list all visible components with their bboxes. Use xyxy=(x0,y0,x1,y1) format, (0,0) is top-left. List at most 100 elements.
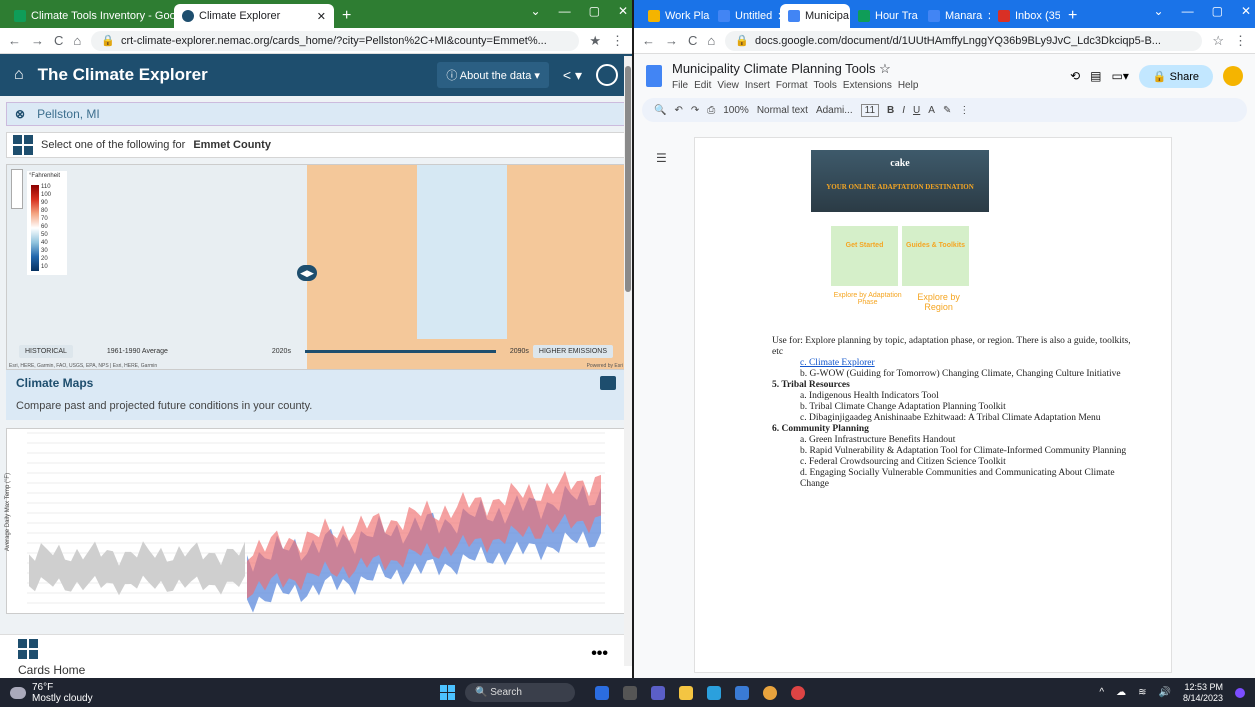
minimize-button[interactable]: — xyxy=(1182,4,1194,18)
undo-icon[interactable]: ↶ xyxy=(674,105,682,116)
page-scrollbar[interactable] xyxy=(624,56,632,666)
climate-maps-card[interactable]: Climate Maps Compare past and projected … xyxy=(6,370,626,420)
wifi-icon[interactable]: ≋ xyxy=(1138,687,1146,698)
browser-tab[interactable]: Hour Tra✕ xyxy=(850,4,920,28)
ruler[interactable] xyxy=(694,124,1174,138)
back-icon[interactable]: ← xyxy=(642,33,655,48)
meet-icon[interactable]: ▭▾ xyxy=(1112,69,1129,83)
font-size-input[interactable]: 11 xyxy=(860,103,880,117)
url-field[interactable]: 🔒 crt-climate-explorer.nemac.org/cards_h… xyxy=(91,30,580,51)
copilot-icon[interactable] xyxy=(595,685,609,700)
minimize-button[interactable]: — xyxy=(559,4,571,18)
windows-start-icon[interactable] xyxy=(440,685,455,700)
clear-location-icon[interactable]: ⊗ xyxy=(15,107,25,121)
style-select[interactable]: Normal text xyxy=(757,105,808,116)
url-field[interactable]: 🔒 docs.google.com/document/d/1UUtHAmffyL… xyxy=(725,30,1203,51)
print-icon[interactable]: ⎙ xyxy=(707,105,715,116)
search-menus-icon[interactable]: 🔍 xyxy=(654,105,666,116)
taskbar-search[interactable]: 🔍 Search xyxy=(465,683,575,702)
new-tab-button[interactable]: + xyxy=(334,4,359,28)
back-icon[interactable]: ← xyxy=(8,33,21,48)
edge-icon[interactable] xyxy=(707,685,721,700)
share-icon[interactable]: < ▾ xyxy=(563,67,582,84)
notification-badge[interactable] xyxy=(1235,687,1245,698)
docs-logo-icon[interactable] xyxy=(646,65,662,87)
zoom-select[interactable]: 100% xyxy=(723,105,749,116)
menu-item[interactable]: Edit xyxy=(694,80,711,91)
sheets-icon xyxy=(14,10,26,22)
home-icon[interactable]: ⌂ xyxy=(707,33,715,48)
bold-button[interactable]: B xyxy=(887,105,894,116)
extensions-icon[interactable]: ★ xyxy=(589,33,601,49)
file-explorer-icon[interactable] xyxy=(679,685,693,700)
document-page[interactable]: cake YOUR ONLINE ADAPTATION DESTINATION … xyxy=(694,137,1172,673)
close-window-button[interactable]: ✕ xyxy=(1241,4,1251,18)
redo-icon[interactable]: ↷ xyxy=(691,105,699,116)
new-tab-button[interactable]: + xyxy=(1060,4,1085,28)
onedrive-icon[interactable]: ☁ xyxy=(1116,687,1126,698)
temperature-chart[interactable]: Average Daily Max Temp (°F) xyxy=(5,428,626,614)
menu-icon[interactable]: ⋮ xyxy=(611,33,624,49)
maximize-button[interactable]: ▢ xyxy=(1212,4,1223,18)
chrome-icon[interactable] xyxy=(763,685,777,700)
browser-tab[interactable]: Work Pla✕ xyxy=(640,4,710,28)
browser-tab[interactable]: Municipa✕ xyxy=(780,4,850,28)
font-select[interactable]: Adami... xyxy=(816,105,853,116)
menu-item[interactable]: Format xyxy=(776,80,808,91)
avatar[interactable] xyxy=(1223,66,1243,86)
forward-icon[interactable]: → xyxy=(665,33,678,48)
menu-item[interactable]: Help xyxy=(898,80,919,91)
close-window-button[interactable]: ✕ xyxy=(618,4,628,18)
menu-item[interactable]: Extensions xyxy=(843,80,892,91)
reload-icon[interactable]: C xyxy=(54,33,63,48)
document-title[interactable]: Municipality Climate Planning Tools ☆ xyxy=(672,61,1060,77)
home-icon[interactable]: ⌂ xyxy=(73,33,81,48)
compare-slider-handle[interactable]: ◀▶ xyxy=(297,265,317,281)
menu-item[interactable]: View xyxy=(717,80,739,91)
weather-widget[interactable]: 76°F Mostly cloudy xyxy=(0,682,440,704)
more-tools-icon[interactable]: ⋮ xyxy=(959,105,969,116)
cards-home-button[interactable]: Cards Home xyxy=(18,639,614,677)
volume-icon[interactable]: 🔊 xyxy=(1159,687,1171,698)
history-icon[interactable]: ⟲ xyxy=(1070,69,1080,83)
menu-icon[interactable]: ⋮ xyxy=(1234,33,1247,49)
menu-item[interactable]: Insert xyxy=(745,80,770,91)
browser-tab[interactable]: Inbox (35✕ xyxy=(990,4,1060,28)
bookmark-icon[interactable]: ☆ xyxy=(1212,33,1224,49)
tab-climate-explorer[interactable]: Climate Explorer ✕ xyxy=(174,4,334,28)
climate-map[interactable]: °Fahrenheit 110 100 90 80 70 60 50 40 30 20 10 ◀▶ … xyxy=(6,164,626,370)
comments-icon[interactable]: ▤ xyxy=(1090,69,1101,83)
browser-tab[interactable]: Manara✕ xyxy=(920,4,990,28)
task-view-icon[interactable] xyxy=(623,685,637,700)
tab-search-icon[interactable]: ⌄ xyxy=(1154,4,1164,18)
highlight-icon[interactable]: ✎ xyxy=(943,105,951,116)
reload-icon[interactable]: C xyxy=(688,33,697,48)
clock[interactable]: 12:53 PM 8/14/2023 xyxy=(1183,682,1223,704)
share-button[interactable]: 🔒 Share xyxy=(1138,64,1213,88)
text-color-button[interactable]: A xyxy=(928,105,935,116)
forward-icon[interactable]: → xyxy=(31,33,44,48)
future-map-pane[interactable] xyxy=(307,165,625,369)
show-hidden-icon[interactable]: ^ xyxy=(1099,687,1104,698)
historical-select[interactable]: HISTORICAL xyxy=(19,344,73,358)
home-icon[interactable]: ⌂ xyxy=(14,66,24,84)
outline-icon[interactable]: ☰ xyxy=(656,151,667,165)
maximize-button[interactable]: ▢ xyxy=(589,4,600,18)
chrome-canary-icon[interactable] xyxy=(791,685,805,700)
decade-slider[interactable] xyxy=(304,349,496,353)
scenario-select[interactable]: HIGHER EMISSIONS xyxy=(532,344,613,358)
more-options-icon[interactable]: ••• xyxy=(591,645,608,663)
underline-button[interactable]: U xyxy=(913,105,920,116)
zoom-controls[interactable] xyxy=(11,169,23,209)
store-icon[interactable] xyxy=(735,685,749,700)
teams-icon[interactable] xyxy=(651,685,665,700)
about-data-button[interactable]: ⓘ About the data ▾ xyxy=(437,62,549,88)
tab-search-icon[interactable]: ⌄ xyxy=(531,4,541,18)
menu-item[interactable]: Tools xyxy=(814,80,837,91)
browser-tab[interactable]: Untitled✕ xyxy=(710,4,780,28)
menu-item[interactable]: File xyxy=(672,80,688,91)
close-icon[interactable]: ✕ xyxy=(317,10,326,23)
nemac-logo-icon[interactable] xyxy=(596,64,618,86)
tab-climate-tools[interactable]: Climate Tools Inventory - Google ✕ xyxy=(6,4,174,28)
italic-button[interactable]: I xyxy=(902,105,905,116)
